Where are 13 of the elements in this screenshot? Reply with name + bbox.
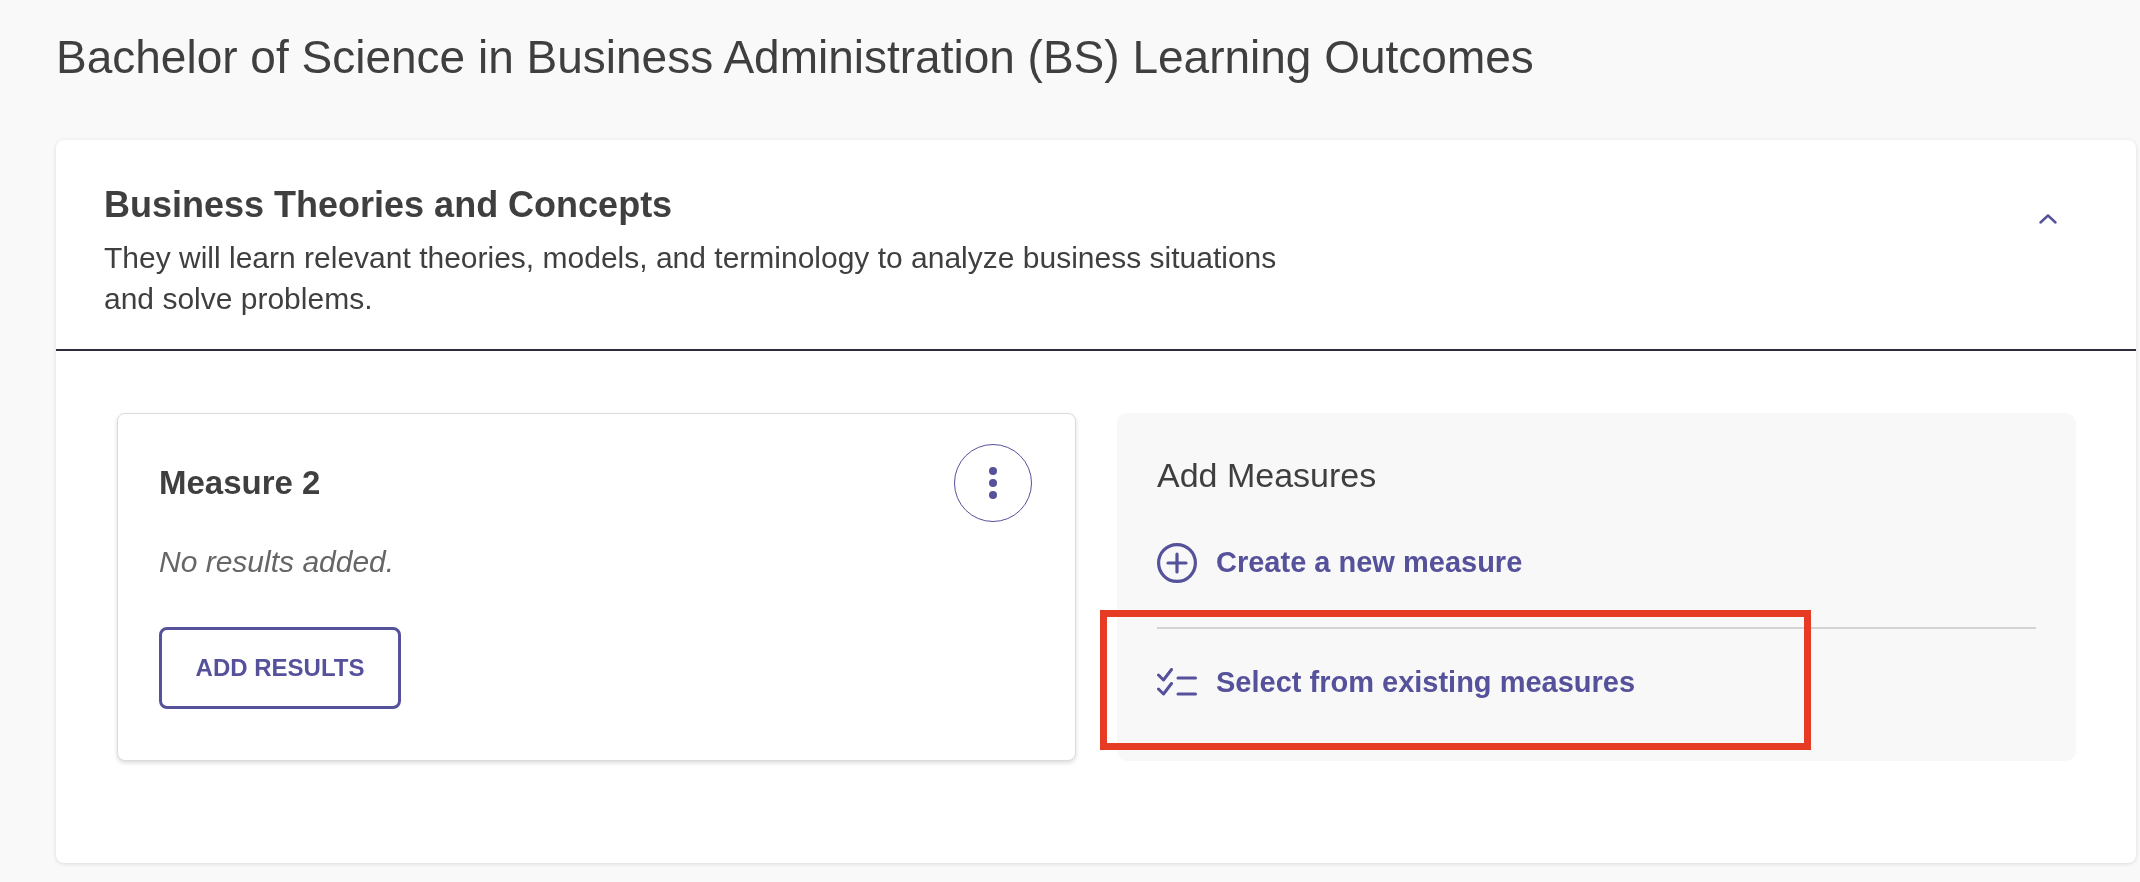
add-results-button[interactable]: ADD RESULTS (159, 627, 401, 709)
more-vertical-icon (989, 467, 997, 499)
page-title: Bachelor of Science in Business Administration (BS) Learning Outcomes (56, 30, 1534, 84)
chevron-up-icon (2039, 214, 2057, 224)
add-measures-heading: Add Measures (1157, 455, 1377, 495)
create-measure-link[interactable]: Create a new measure (1157, 535, 1523, 591)
outcome-description: They will learn relevant theories, models, and terminology to analyze business situations and solve problems. (104, 240, 1278, 317)
outcome-title: Business Theories and Concepts (104, 185, 673, 225)
measure-title: Measure 2 (159, 463, 321, 503)
circle-plus-icon (1157, 543, 1197, 583)
select-measures-link[interactable]: Select from existing measures (1157, 655, 1636, 711)
checklist-icon (1157, 668, 1197, 698)
measure-status: No results added. (159, 544, 395, 580)
